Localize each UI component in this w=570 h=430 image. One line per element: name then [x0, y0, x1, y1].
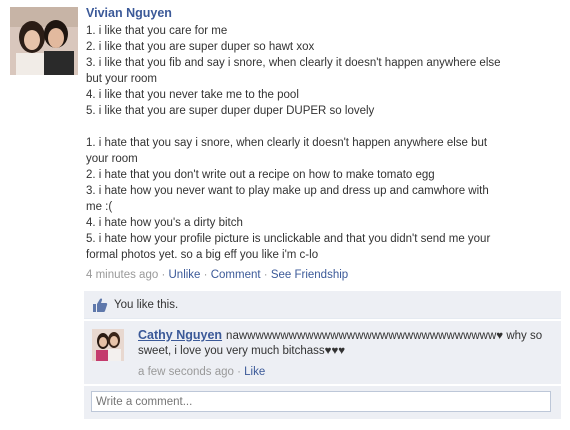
message-line: 4. i like that you never take me to the …	[86, 89, 299, 101]
comment-composer	[84, 386, 561, 419]
message-line: 3. i hate how you never want to play mak…	[86, 185, 489, 197]
message-line: 1. i like that you care for me	[86, 25, 228, 37]
thumbs-up-icon	[93, 297, 108, 312]
story-timestamp[interactable]: 4 minutes ago	[86, 269, 158, 281]
story-actions: 4 minutes ago · Unlike · Comment · See F…	[86, 266, 562, 284]
feedback-panel: You like this. Cathy Nguyen nawwwwwwwwwww…	[84, 291, 561, 419]
separator: ·	[161, 269, 166, 281]
commenter-photo	[92, 329, 124, 361]
commenter-name[interactable]: Cathy Nguyen	[138, 328, 222, 342]
message-line: formal photos yet. so a big eff you like…	[86, 249, 319, 261]
separator: ·	[263, 269, 268, 281]
message-line: 4. i hate how you's a dirty bitch	[86, 217, 243, 229]
profile-photo	[10, 7, 78, 75]
separator: ·	[203, 269, 208, 281]
separator: ·	[237, 366, 241, 378]
comment-timestamp[interactable]: a few seconds ago	[138, 366, 234, 378]
message-line: 2. i like that you are super duper so ha…	[86, 41, 315, 53]
story-message: 1. i like that you care for me 2. i like…	[86, 23, 562, 263]
message-line: 5. i like that you are super duper duper…	[86, 105, 375, 117]
message-line: 3. i like that you fib and say i snore, …	[86, 57, 501, 69]
author-avatar[interactable]	[10, 7, 78, 75]
comment-input[interactable]	[91, 391, 551, 412]
message-line: 5. i hate how your profile picture is un…	[86, 233, 491, 245]
likes-text: You like this.	[114, 298, 179, 311]
story-content: Vivian Nguyen 1. i like that you care fo…	[86, 4, 562, 284]
message-line: 2. i hate that you don't write out a rec…	[86, 169, 435, 181]
comment-body: Cathy Nguyen nawwwwwwwwwwwwwwwwwwwwwwwwww…	[138, 328, 556, 380]
unlike-link[interactable]: Unlike	[169, 269, 201, 281]
message-line: but your room	[86, 73, 157, 85]
author-name[interactable]: Vivian Nguyen	[86, 6, 172, 20]
message-line: me :(	[86, 201, 113, 213]
see-friendship-link[interactable]: See Friendship	[271, 269, 348, 281]
message-line: your room	[86, 153, 138, 165]
message-line: 1. i hate that you say i snore, when cle…	[86, 137, 488, 149]
comment-like-link[interactable]: Like	[244, 366, 265, 378]
likes-summary: You like this.	[84, 291, 561, 319]
comment-link[interactable]: Comment	[211, 269, 261, 281]
commenter-avatar[interactable]	[92, 329, 124, 361]
comment-item: Cathy Nguyen nawwwwwwwwwwwwwwwwwwwwwwwwww…	[84, 321, 561, 384]
comment-actions: a few seconds ago · Like	[138, 365, 556, 380]
